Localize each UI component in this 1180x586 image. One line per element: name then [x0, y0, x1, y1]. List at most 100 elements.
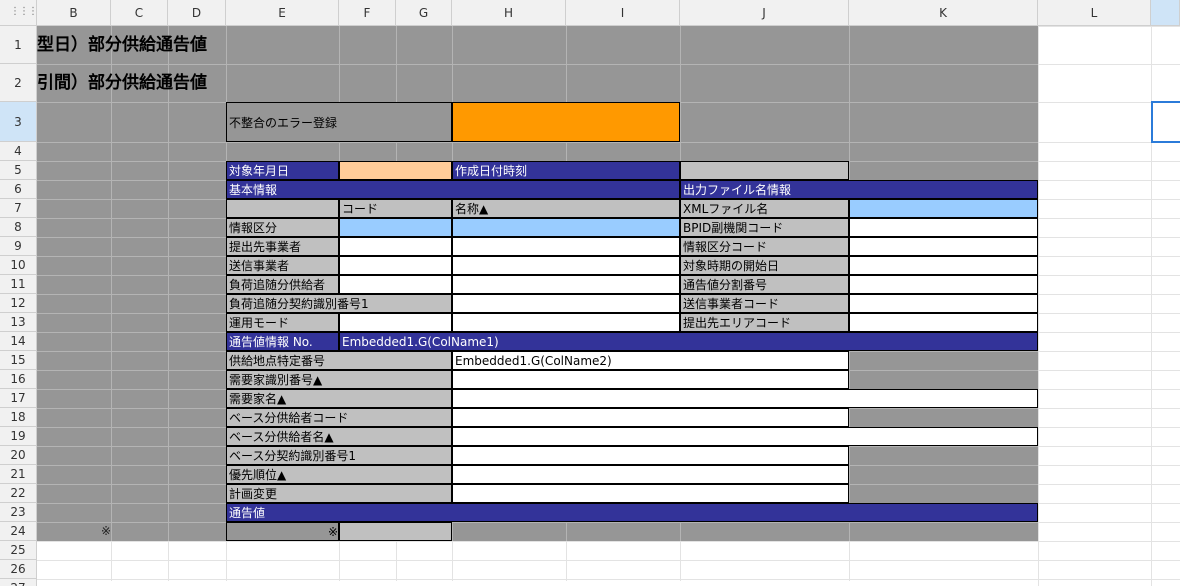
consumer-name-input[interactable] [452, 389, 1038, 408]
basic-info-header[interactable]: 基本情報 [226, 180, 680, 199]
sender-company-code-label[interactable]: 送信事業者コード [680, 294, 849, 313]
info-kubun-code-input[interactable] [849, 237, 1038, 256]
info-kubun-code-input[interactable] [339, 218, 452, 237]
operation-mode-label[interactable]: 運用モード [226, 313, 339, 332]
sender-company-code-input[interactable] [849, 294, 1038, 313]
notice-split-no-input[interactable] [849, 275, 1038, 294]
load-follow-supplier-name-input[interactable] [452, 275, 680, 294]
row-header-20[interactable]: 20 [0, 446, 37, 465]
column-header-k[interactable]: K [849, 0, 1038, 26]
row-header-26[interactable]: 26 [0, 560, 37, 579]
row-header-27[interactable]: 27 [0, 579, 37, 586]
row-header-23[interactable]: 23 [0, 503, 37, 522]
column-header-h[interactable]: H [452, 0, 566, 26]
column-header-g[interactable]: G [396, 0, 452, 26]
base-contract-id-input[interactable] [452, 446, 849, 465]
row-header-4[interactable]: 4 [0, 142, 37, 161]
plan-change-label[interactable]: 計画変更 [226, 484, 452, 503]
row-header-18[interactable]: 18 [0, 408, 37, 427]
column-header-m[interactable] [1151, 0, 1180, 26]
bpid-sub-code-label[interactable]: BPID副機関コード [680, 218, 849, 237]
supply-point-id-label[interactable]: 供給地点特定番号 [226, 351, 452, 370]
target-period-start-input[interactable] [849, 256, 1038, 275]
row-header-11[interactable]: 11 [0, 275, 37, 294]
submit-to-company-name-input[interactable] [452, 237, 680, 256]
load-follow-supplier-label[interactable]: 負荷追随分供給者 [226, 275, 339, 294]
base-contract-id-label[interactable]: ベース分契約識別番号1 [226, 446, 452, 465]
sender-company-name-input[interactable] [452, 256, 680, 275]
title-row-2[interactable]: 引間）部分供給通告値 [37, 64, 226, 102]
row-header-10[interactable]: 10 [0, 256, 37, 275]
row-header-9[interactable]: 9 [0, 237, 37, 256]
column-header-l[interactable]: L [1038, 0, 1151, 26]
priority-label[interactable]: 優先順位▲ [226, 465, 452, 484]
title-row-1[interactable]: 型日）部分供給通告値 [37, 26, 226, 64]
sender-company-label[interactable]: 送信事業者 [226, 256, 339, 275]
row-header-17[interactable]: 17 [0, 389, 37, 408]
column-header-e[interactable]: E [226, 0, 339, 26]
column-header-b[interactable]: B [37, 0, 111, 26]
load-follow-supplier-code-input[interactable] [339, 275, 452, 294]
submit-area-code-label[interactable]: 提出先エリアコード [680, 313, 849, 332]
output-file-info-header[interactable]: 出力ファイル名情報 [680, 180, 1038, 199]
row-header-12[interactable]: 12 [0, 294, 37, 313]
row-header-24[interactable]: 24 [0, 522, 37, 541]
operation-mode-name-input[interactable] [452, 313, 680, 332]
row-header-6[interactable]: 6 [0, 180, 37, 199]
row-header-15[interactable]: 15 [0, 351, 37, 370]
bpid-sub-code-input[interactable] [849, 218, 1038, 237]
select-all-corner[interactable]: ⋮⋮⋮ [0, 0, 38, 26]
row-header-22[interactable]: 22 [0, 484, 37, 503]
column-header-c[interactable]: C [111, 0, 168, 26]
info-kubun-label[interactable]: 情報区分 [226, 218, 339, 237]
notice-value-header[interactable]: 通告値 [226, 503, 1038, 522]
base-supplier-name-input[interactable] [452, 427, 1038, 446]
row-header-7[interactable]: 7 [0, 199, 37, 218]
supply-point-id-embedded-colname2[interactable]: Embedded1.G(ColName2) [452, 351, 849, 370]
sender-company-code-input[interactable] [339, 256, 452, 275]
error-registration-label[interactable]: 不整合のエラー登録 [226, 102, 452, 142]
column-header-f[interactable]: F [339, 0, 396, 26]
column-header-i[interactable]: I [566, 0, 680, 26]
load-follow-contract-id-label[interactable]: 負荷追随分契約識別番号1 [226, 294, 452, 313]
info-kubun-name-input[interactable] [452, 218, 680, 237]
embedded-colname1[interactable]: Embedded1.G(ColName1) [339, 332, 1038, 351]
xml-file-name-input[interactable] [849, 199, 1038, 218]
base-supplier-name-label[interactable]: ベース分供給者名▲ [226, 427, 452, 446]
notice-info-no-label[interactable]: 通告値情報 No. [226, 332, 339, 351]
row-header-16[interactable]: 16 [0, 370, 37, 389]
operation-mode-code-input[interactable] [339, 313, 452, 332]
notice-split-no-label[interactable]: 通告値分割番号 [680, 275, 849, 294]
row-header-3[interactable]: 3 [0, 102, 37, 142]
target-period-start-label[interactable]: 対象時期の開始日 [680, 256, 849, 275]
row-header-5[interactable]: 5 [0, 161, 37, 180]
row-header-14[interactable]: 14 [0, 332, 37, 351]
column-header-j[interactable]: J [680, 0, 849, 26]
base-supplier-code-input[interactable] [452, 408, 849, 427]
xml-file-name-label[interactable]: XMLファイル名 [680, 199, 849, 218]
row-header-25[interactable]: 25 [0, 541, 37, 560]
target-date-input[interactable] [339, 161, 452, 180]
column-header-d[interactable]: D [168, 0, 226, 26]
submit-area-code-input[interactable] [849, 313, 1038, 332]
consumer-name-label[interactable]: 需要家名▲ [226, 389, 452, 408]
info-kubun-code-label[interactable]: 情報区分コード [680, 237, 849, 256]
note-mark-e24[interactable]: ※ [226, 522, 339, 541]
submit-to-company-label[interactable]: 提出先事業者 [226, 237, 339, 256]
submit-to-company-code-input[interactable] [339, 237, 452, 256]
row-header-13[interactable]: 13 [0, 313, 37, 332]
error-registration-value[interactable] [452, 102, 680, 142]
row-header-19[interactable]: 19 [0, 427, 37, 446]
priority-input[interactable] [452, 465, 849, 484]
load-follow-contract-id-name-input[interactable] [452, 294, 680, 313]
base-supplier-code-label[interactable]: ベース分供給者コード [226, 408, 452, 427]
row-header-21[interactable]: 21 [0, 465, 37, 484]
plan-change-input[interactable] [452, 484, 849, 503]
row-header-2[interactable]: 2 [0, 64, 37, 102]
target-date-label[interactable]: 対象年月日 [226, 161, 339, 180]
consumer-id-input[interactable] [452, 370, 849, 389]
created-datetime-label[interactable]: 作成日付時刻 [452, 161, 680, 180]
consumer-id-label[interactable]: 需要家識別番号▲ [226, 370, 452, 389]
active-cell-selection[interactable] [1151, 101, 1180, 143]
code-column-header[interactable]: コード [339, 199, 452, 218]
